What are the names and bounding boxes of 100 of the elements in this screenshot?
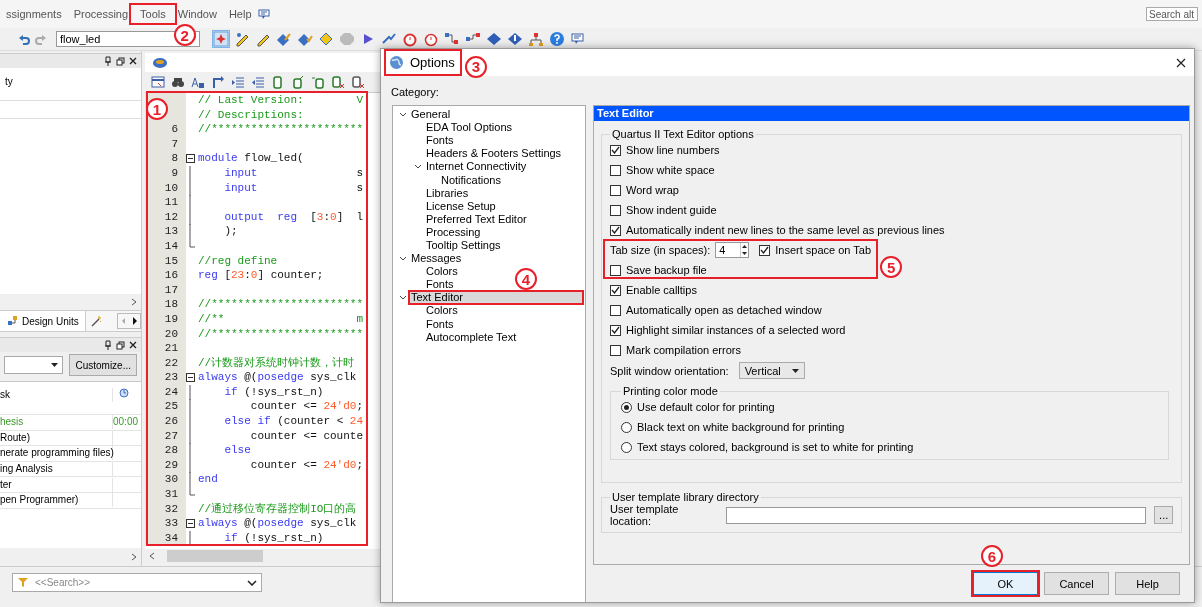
stopwatch-icon[interactable] (402, 31, 418, 47)
tree-item[interactable]: Fonts (424, 317, 456, 331)
wand-icon[interactable] (89, 315, 102, 327)
chevron-icon[interactable] (247, 579, 257, 586)
search-field[interactable]: Search alt (1146, 7, 1198, 21)
window-icon[interactable] (151, 75, 165, 89)
task-cell[interactable]: ter (0, 477, 113, 492)
indent-icon[interactable] (231, 75, 245, 89)
option-label: Tab size (in spaces): (610, 244, 711, 256)
scroll-left-icon[interactable] (149, 552, 155, 560)
checkbox[interactable] (610, 144, 621, 156)
bookmark-icon[interactable] (271, 75, 285, 89)
diamond-icon[interactable] (297, 31, 313, 47)
radio-button[interactable] (621, 441, 632, 453)
binoculars-icon[interactable] (171, 75, 185, 89)
tree-item[interactable]: Preferred Text Editor (424, 212, 529, 226)
tree-item[interactable]: Libraries (424, 186, 471, 200)
pin-icon[interactable] (104, 340, 112, 350)
chevron-down-icon[interactable] (414, 164, 422, 170)
customize-button[interactable]: Customize... (69, 354, 137, 376)
tree-item[interactable]: Messages (409, 252, 464, 266)
task-cell[interactable]: pen Programmer) (0, 493, 113, 508)
tree-item[interactable]: Processing (424, 225, 483, 239)
panel-tab[interactable]: Design Units (0, 311, 86, 331)
diamond-icon[interactable] (318, 31, 334, 47)
diamond-icon[interactable] (507, 31, 523, 47)
chevron-down-icon[interactable] (399, 295, 407, 301)
menu-item[interactable]: Tools (134, 8, 172, 20)
tree-item[interactable]: Fonts (424, 278, 456, 292)
scroll-thumb[interactable] (167, 550, 263, 562)
spin-down-icon[interactable] (742, 252, 748, 255)
replace-icon[interactable] (191, 75, 205, 89)
help-icon[interactable] (549, 31, 565, 47)
pin-icon[interactable] (104, 56, 112, 66)
comment-icon[interactable] (257, 8, 270, 20)
tree-item[interactable]: License Setup (424, 199, 498, 213)
close-icon[interactable] (129, 341, 137, 349)
tree-item[interactable]: Notifications (439, 173, 503, 187)
checkbox[interactable] (610, 164, 621, 176)
outdent-icon[interactable] (251, 75, 265, 89)
tree-item[interactable]: Tooltip Settings (424, 239, 503, 252)
dialog-button[interactable]: OK (973, 572, 1038, 595)
checkbox[interactable] (610, 304, 621, 316)
menu-item[interactable]: Help (222, 8, 258, 20)
diamond-icon[interactable] (276, 31, 292, 47)
tree-item[interactable]: Autocomplete Text (424, 330, 519, 344)
checkbox[interactable] (610, 324, 621, 336)
task-cell[interactable]: Route) (0, 430, 113, 445)
tree-item[interactable]: Colors (424, 304, 460, 318)
tree-item[interactable]: Fonts (424, 134, 456, 148)
chevron-down-icon[interactable] (399, 256, 407, 262)
browse-button[interactable]: ... (1154, 506, 1173, 524)
code-line: // Descriptions: (198, 107, 304, 123)
menu-item[interactable]: Window (171, 8, 223, 20)
search-field[interactable]: <<Search>> (12, 572, 262, 592)
float-icon[interactable] (116, 56, 125, 66)
tree-item[interactable]: EDA Tool Options (424, 121, 514, 135)
checkbox[interactable] (610, 344, 621, 356)
checkbox[interactable] (610, 224, 621, 236)
radio-button[interactable] (621, 421, 632, 433)
menu-item[interactable]: ssignments (0, 8, 68, 20)
bookmark-icon[interactable] (311, 75, 325, 89)
float-icon[interactable] (116, 340, 125, 350)
radio-button[interactable] (621, 401, 632, 413)
dialog-button[interactable]: Cancel (1044, 572, 1109, 595)
spin-up-icon[interactable] (742, 245, 748, 248)
stopwatch-icon[interactable] (423, 31, 439, 47)
tree-item[interactable]: Colors (424, 265, 460, 279)
tab-size-field[interactable]: 4 (715, 242, 750, 258)
pencil-icon[interactable] (234, 31, 250, 47)
checkbox[interactable] (759, 244, 771, 256)
goto-icon[interactable] (211, 75, 225, 89)
option-label: Automatically indent new lines to the same level as previous lines (626, 224, 945, 236)
tree-item[interactable]: Headers & Footers Settings (424, 147, 564, 161)
task-cell[interactable]: ing Analysis (0, 462, 113, 477)
close-icon[interactable] (1176, 57, 1186, 68)
chevron-down-icon[interactable] (399, 112, 407, 118)
bookmark-icon[interactable] (351, 75, 365, 89)
network-icon[interactable] (444, 31, 460, 47)
checkbox[interactable] (610, 264, 621, 276)
template-location-field[interactable] (726, 506, 1147, 524)
tree-item[interactable]: Internet Connectivity (424, 160, 529, 174)
checkbox[interactable] (610, 284, 621, 296)
checkbox[interactable] (610, 184, 621, 196)
bookmark-icon[interactable] (331, 75, 345, 89)
option-label: Split window orientation: (610, 364, 729, 377)
orientation-dropdown[interactable]: Vertical (738, 362, 805, 379)
task-cell[interactable]: hesis (0, 415, 113, 430)
task-cell[interactable]: nerate programming files) (0, 446, 113, 461)
abc-icon[interactable] (152, 55, 168, 70)
close-icon[interactable] (129, 57, 137, 65)
option-label: Black text on white background for printing (637, 421, 845, 433)
hierarchy-icon[interactable] (528, 31, 544, 47)
tree-item[interactable]: General (409, 108, 453, 122)
dialog-button[interactable]: Help (1115, 572, 1180, 595)
list-item[interactable]: ty (5, 76, 13, 87)
undo-icon[interactable] (18, 33, 30, 45)
bookmark-icon[interactable] (291, 75, 305, 89)
checkbox[interactable] (610, 204, 621, 216)
menu-item[interactable]: Processing (67, 8, 135, 20)
